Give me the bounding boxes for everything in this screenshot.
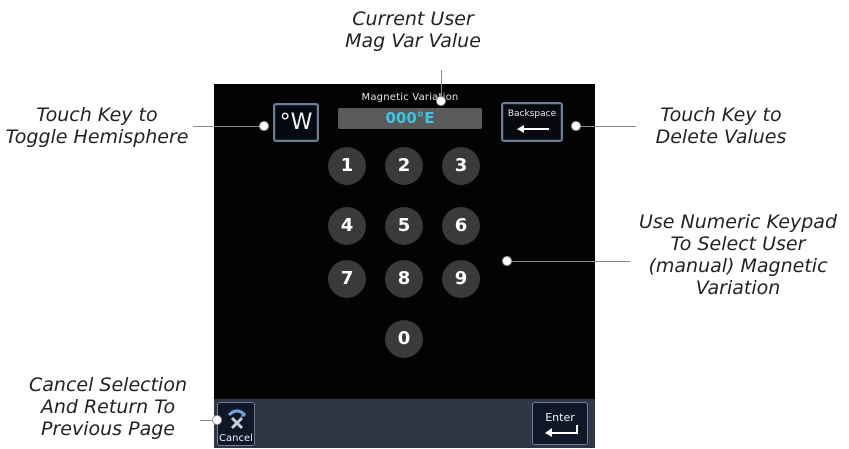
- callout-line: Mag Var Value: [345, 30, 481, 52]
- keypad-key-3[interactable]: 3: [442, 147, 480, 185]
- keypad-key-8[interactable]: 8: [385, 260, 423, 298]
- callout-line: Touch Key to: [660, 104, 782, 126]
- leader-dot-hemisphere: [259, 121, 269, 131]
- keypad-key-6[interactable]: 6: [442, 207, 480, 245]
- callout-line: Delete Values: [655, 126, 787, 148]
- cancel-key[interactable]: Cancel: [217, 402, 255, 446]
- keypad-key-0[interactable]: 0: [385, 320, 423, 358]
- callout-line: (manual) Magnetic: [648, 255, 828, 277]
- cancel-label: Cancel: [219, 433, 253, 444]
- enter-return-icon: [545, 425, 578, 437]
- leader-dot-delete: [571, 121, 581, 131]
- callout-mag-var-value: Current User Mag Var Value: [318, 8, 508, 52]
- callout-line: Touch Key to: [36, 104, 158, 126]
- leader-dot-keypad: [502, 256, 512, 266]
- magnetic-variation-value: 000°E: [338, 108, 482, 129]
- keypad-key-7[interactable]: 7: [328, 260, 366, 298]
- callout-line: Toggle Hemisphere: [5, 126, 189, 148]
- hemisphere-toggle-key[interactable]: °W: [273, 103, 319, 142]
- keypad-key-9[interactable]: 9: [442, 260, 480, 298]
- enter-label: Enter: [545, 411, 575, 424]
- keypad-key-4[interactable]: 4: [328, 207, 366, 245]
- callout-toggle-hemisphere: Touch Key to Toggle Hemisphere: [2, 104, 192, 148]
- keypad-key-2[interactable]: 2: [385, 147, 423, 185]
- cancel-x-icon: [227, 409, 247, 430]
- callout-line: Cancel Selection: [29, 374, 187, 396]
- enter-key[interactable]: Enter: [532, 402, 588, 445]
- callout-line: Use Numeric Keypad: [638, 211, 838, 233]
- leader-dot-mag-var: [436, 96, 446, 106]
- callout-delete-values: Touch Key to Delete Values: [636, 104, 806, 148]
- callout-line: Previous Page: [41, 418, 175, 440]
- callout-numeric-keypad: Use Numeric Keypad To Select User (manua…: [630, 211, 846, 299]
- bottom-bar: Cancel Enter: [214, 399, 595, 448]
- leader-line-keypad: [510, 261, 630, 262]
- magnetic-variation-label: Magnetic Variation: [361, 92, 459, 103]
- callout-line: To Select User: [670, 233, 806, 255]
- callout-line: And Return To: [40, 396, 176, 418]
- backspace-key[interactable]: Backspace: [501, 102, 563, 142]
- keypad-key-1[interactable]: 1: [328, 147, 366, 185]
- callout-cancel-selection: Cancel Selection And Return To Previous …: [10, 374, 206, 440]
- device-screen: °W Magnetic Variation 000°E Backspace 1 …: [214, 84, 595, 448]
- callout-line: Current User: [352, 8, 474, 30]
- left-arrow-icon: [517, 125, 549, 133]
- leader-dot-cancel: [212, 415, 222, 425]
- keypad-key-5[interactable]: 5: [385, 207, 423, 245]
- callout-line: Variation: [695, 277, 781, 299]
- backspace-label: Backspace: [507, 109, 557, 119]
- leader-line-delete: [580, 126, 636, 127]
- leader-line-hemisphere: [193, 126, 263, 127]
